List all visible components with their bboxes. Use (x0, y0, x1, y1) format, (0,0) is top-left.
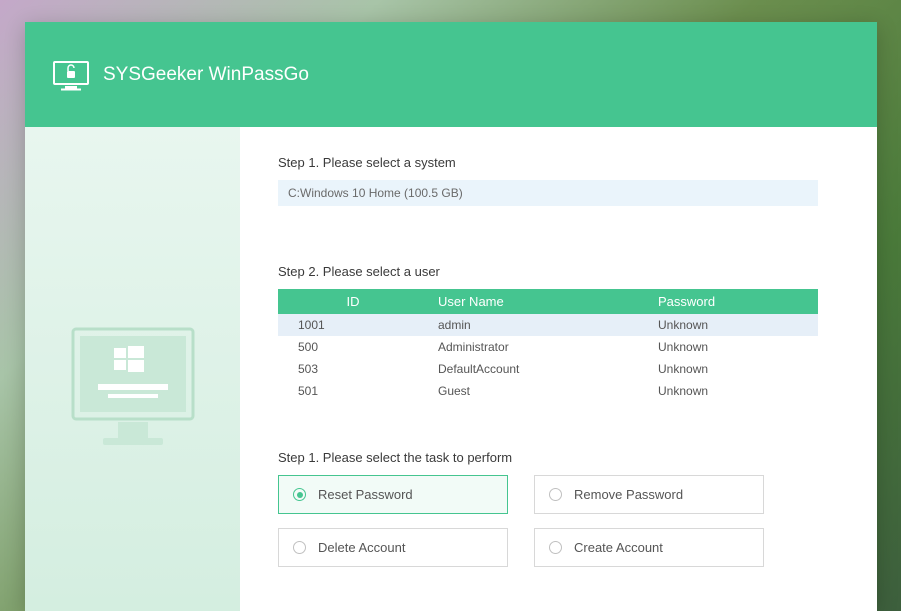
radio-icon (549, 541, 562, 554)
system-select[interactable]: C:Windows 10 Home (100.5 GB) (278, 180, 818, 206)
main-panel: Step 1. Please select a system C:Windows… (240, 127, 877, 611)
col-id: ID (278, 289, 428, 314)
step2-label: Step 2. Please select a user (278, 264, 853, 279)
cell-username: Guest (428, 380, 648, 402)
table-row[interactable]: 503DefaultAccountUnknown (278, 358, 818, 380)
cell-username: DefaultAccount (428, 358, 648, 380)
radio-icon (293, 541, 306, 554)
task-label: Remove Password (574, 487, 683, 502)
col-password: Password (648, 289, 818, 314)
table-row[interactable]: 501GuestUnknown (278, 380, 818, 402)
task-option-create-account[interactable]: Create Account (534, 528, 764, 567)
app-title: SYSGeeker WinPassGo (103, 64, 309, 86)
cell-password: Unknown (648, 336, 818, 358)
cell-username: Administrator (428, 336, 648, 358)
cell-id: 503 (278, 358, 428, 380)
header: SYSGeeker WinPassGo (25, 22, 877, 127)
radio-icon (293, 488, 306, 501)
cell-password: Unknown (648, 314, 818, 336)
radio-icon (549, 488, 562, 501)
task-option-delete-account[interactable]: Delete Account (278, 528, 508, 567)
task-label: Reset Password (318, 487, 413, 502)
cell-id: 501 (278, 380, 428, 402)
task-label: Create Account (574, 540, 663, 555)
step1-label: Step 1. Please select a system (278, 155, 853, 170)
task-grid: Reset Password Remove Password Delete Acco… (278, 475, 853, 567)
step3-label: Step 1. Please select the task to perfor… (278, 450, 853, 465)
computer-illustration-icon (58, 314, 208, 464)
sidebar (25, 127, 240, 611)
table-row[interactable]: 500AdministratorUnknown (278, 336, 818, 358)
table-row[interactable]: 1001adminUnknown (278, 314, 818, 336)
cell-password: Unknown (648, 380, 818, 402)
cell-password: Unknown (648, 358, 818, 380)
table-header-row: ID User Name Password (278, 289, 818, 314)
app-window: SYSGeeker WinPassGo (25, 22, 877, 611)
task-option-reset-password[interactable]: Reset Password (278, 475, 508, 514)
cell-username: admin (428, 314, 648, 336)
user-table: ID User Name Password 1001adminUnknown50… (278, 289, 818, 402)
task-label: Delete Account (318, 540, 405, 555)
cell-id: 1001 (278, 314, 428, 336)
task-option-remove-password[interactable]: Remove Password (534, 475, 764, 514)
cell-id: 500 (278, 336, 428, 358)
col-username: User Name (428, 289, 648, 314)
monitor-unlock-icon (53, 58, 89, 92)
body: Step 1. Please select a system C:Windows… (25, 127, 877, 611)
logo: SYSGeeker WinPassGo (53, 58, 309, 92)
